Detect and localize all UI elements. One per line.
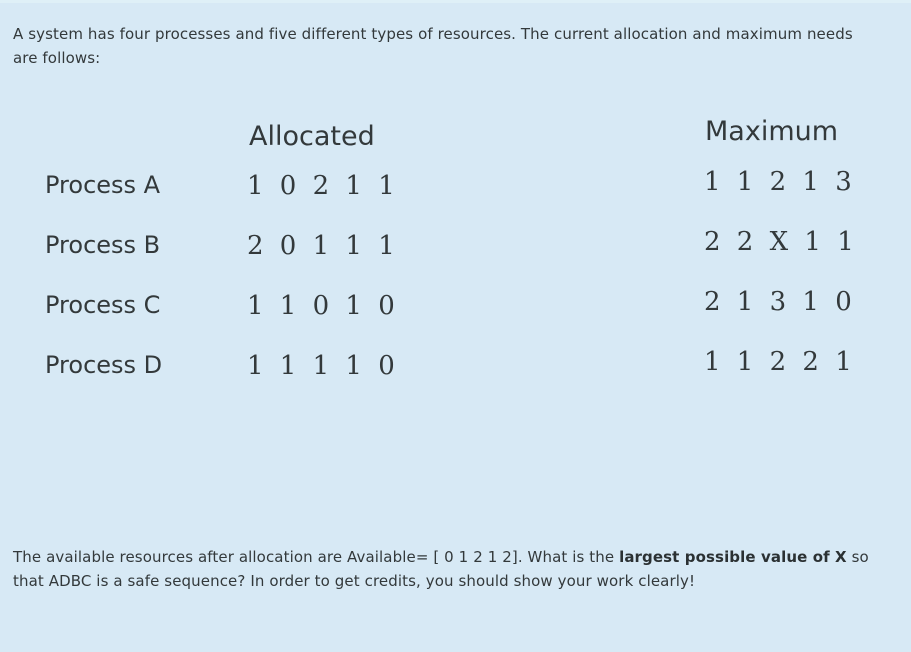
column-header-maximum: Maximum [705,116,839,147]
process-label: Process B [45,231,161,259]
question-page: A system has four processes and five dif… [0,0,911,652]
table-row: Process D 1 1 1 1 0 1 1 2 2 1 [0,347,911,411]
question-text-bold: largest possible value of X [619,548,847,566]
maximum-values: 1 1 2 2 1 [704,347,856,377]
question-paragraph: The available resources after allocation… [13,545,888,593]
intro-paragraph: A system has four processes and five dif… [13,25,853,67]
allocated-values: 1 1 0 1 0 [247,291,399,321]
allocated-values: 1 0 2 1 1 [247,171,399,201]
column-header-allocated: Allocated [249,121,375,152]
top-edge-strip [0,0,911,3]
question-text-part1: The available resources after allocation… [13,548,620,566]
process-label: Process C [45,291,161,319]
resource-table: Allocated Maximum Process A 1 0 2 1 1 1 … [0,108,911,408]
maximum-values: 1 1 2 1 3 [704,167,856,197]
table-row: Process B 2 0 1 1 1 2 2 X 1 1 [0,227,911,291]
maximum-values: 2 2 X 1 1 [704,227,858,257]
table-row: Process A 1 0 2 1 1 1 1 2 1 3 [0,167,911,231]
maximum-values: 2 1 3 1 0 [704,287,856,317]
allocated-values: 1 1 1 1 0 [247,351,399,381]
process-label: Process D [45,351,163,379]
table-row: Process C 1 1 0 1 0 2 1 3 1 0 [0,287,911,351]
allocated-values: 2 0 1 1 1 [247,231,399,261]
process-label: Process A [45,171,161,199]
